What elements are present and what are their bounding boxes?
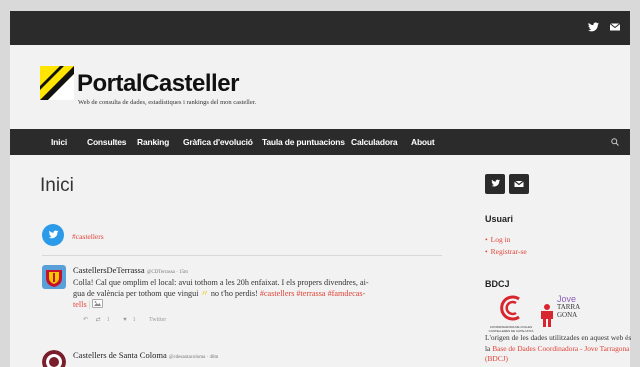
tarra-text: TARRA xyxy=(557,303,581,311)
usuari-heading: Usuari xyxy=(485,214,514,224)
site-tagline: Web de consulta de dades, estadístiques … xyxy=(78,99,257,106)
tweet-author-name: CastellersDeTerrassa xyxy=(73,265,145,275)
email-icon[interactable] xyxy=(610,23,620,31)
bdcj-link[interactable]: Base de Dades Coordinadora - Jove Tarrag… xyxy=(485,344,629,364)
avatar[interactable] xyxy=(42,265,66,289)
nav-item-calculadora[interactable]: Calculadora xyxy=(351,137,398,147)
tweet-source[interactable]: Twitter xyxy=(149,317,166,323)
login-link[interactable]: • Log in xyxy=(485,235,510,244)
bdcj-logos: COORDINADORA DE COLLES CASTELLERES DE CA… xyxy=(485,293,635,333)
twitter-icon[interactable] xyxy=(588,22,599,32)
twitter-badge xyxy=(42,224,64,246)
tweet-text: Colla! Cal que omplim el local: avui tot… xyxy=(73,277,445,310)
twitter-icon xyxy=(48,230,59,239)
jove-tarragona-logo[interactable]: Jove TARRA GONA xyxy=(539,293,595,331)
page-title: Inici xyxy=(40,175,74,196)
nav-item-taula[interactable]: Taula de puntuacions xyxy=(262,137,345,147)
content-area: Inici #castellers CastellersDeTerrassa @… xyxy=(10,155,631,367)
bdcj-heading: BDCJ xyxy=(485,279,510,289)
reply-icon[interactable]: ↶ xyxy=(83,317,88,323)
tweet-author[interactable]: Castellers de Santa Coloma @cdesantacolo… xyxy=(73,350,218,360)
tweet: Castellers de Santa Coloma @cdesantacolo… xyxy=(42,350,447,367)
tweet-text-line: Colla! Cal que omplim el local: avui tot… xyxy=(73,278,369,287)
retweet-count: 1 xyxy=(106,317,110,323)
nav-item-inici[interactable]: Inici xyxy=(51,137,67,147)
separator: | xyxy=(88,300,91,309)
nav-item-about[interactable]: About xyxy=(411,137,435,147)
tweet-text-line: gua de valència per tothom que vingui xyxy=(73,289,201,298)
heart-icon: ♥ xyxy=(123,317,127,323)
emoji-icon: 〃 xyxy=(200,289,209,298)
login-label: Log in xyxy=(490,235,511,244)
nav-item-grafica[interactable]: Gràfica d'evolució xyxy=(183,137,253,147)
tweet-author-name: Castellers de Santa Coloma xyxy=(73,350,167,360)
image-icon[interactable] xyxy=(92,299,104,308)
tweet-handle: @CDTerrassa · 15m xyxy=(146,270,188,275)
tweet: CastellersDeTerrassa @CDTerrassa · 15m C… xyxy=(42,265,447,325)
nav-item-consultes[interactable]: Consultes xyxy=(87,137,126,147)
tweet-hashtags[interactable]: #castellers #terrassa #famdecas- xyxy=(260,289,365,298)
coordinadora-logo[interactable]: COORDINADORA DE COLLES CASTELLERES DE CA… xyxy=(485,295,537,333)
tweet-actions: ↶ ⇄ 1 ♥ 1 Twitter xyxy=(83,316,172,323)
feed-hashtag[interactable]: #castellers xyxy=(72,232,104,241)
tweet-hashtag[interactable]: tells xyxy=(73,300,87,309)
email-button[interactable] xyxy=(509,174,529,194)
register-label: Registrar-se xyxy=(490,247,527,256)
site-title[interactable]: PortalCasteller xyxy=(77,70,239,98)
like-button[interactable]: ♥ 1 xyxy=(123,317,142,323)
tweet-author[interactable]: CastellersDeTerrassa @CDTerrassa · 15m xyxy=(73,265,188,275)
like-count: 1 xyxy=(132,317,136,323)
jove-text: Jove xyxy=(557,294,577,304)
main-nav: Inici Consultes Ranking Gràfica d'evoluc… xyxy=(10,129,630,155)
divider xyxy=(42,255,442,256)
nav-item-ranking[interactable]: Ranking xyxy=(137,137,169,147)
email-icon xyxy=(514,180,524,187)
tweet-handle: @cdesantacoloma · 48m xyxy=(168,355,219,360)
twitter-button[interactable] xyxy=(485,174,505,194)
site-header: PortalCasteller Web de consulta de dades… xyxy=(10,45,630,129)
bdcj-description: L'origen de les dades utilitzades en aqu… xyxy=(485,333,635,365)
top-bar xyxy=(10,11,630,45)
gona-text: GONA xyxy=(557,311,578,319)
retweet-button[interactable]: ⇄ 1 xyxy=(96,317,116,323)
register-link[interactable]: • Registrar-se xyxy=(485,247,527,256)
coordinadora-logo-text: COORDINADORA DE COLLES CASTELLERES DE CA… xyxy=(488,325,534,333)
retweet-icon: ⇄ xyxy=(95,317,101,323)
site-logo[interactable] xyxy=(40,66,74,100)
tweet-text-line: no t'ho perdis! xyxy=(208,289,260,298)
twitter-icon xyxy=(491,179,501,187)
avatar[interactable] xyxy=(42,350,66,367)
search-icon[interactable] xyxy=(611,138,619,146)
